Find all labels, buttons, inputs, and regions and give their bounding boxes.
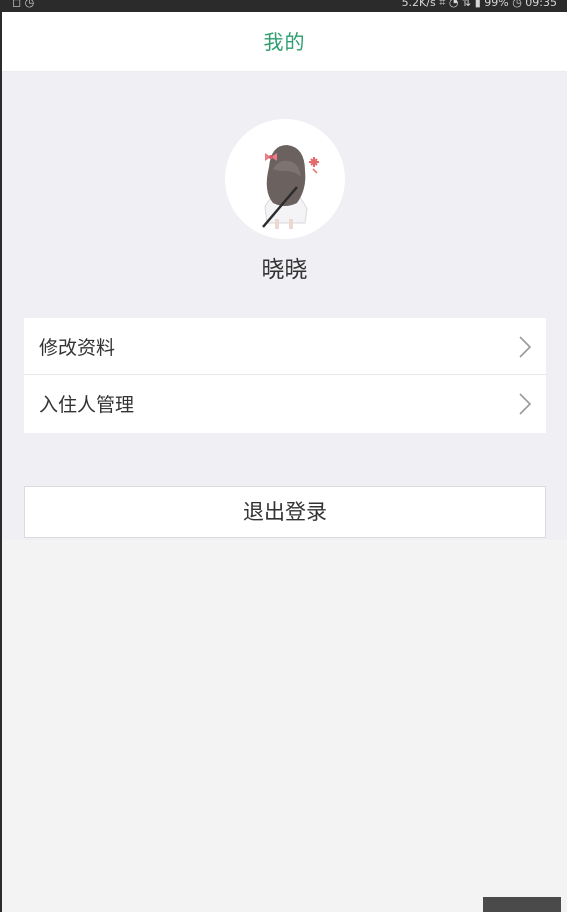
chevron-right-icon [519,336,532,358]
avatar[interactable] [225,119,345,239]
menu-item-label: 入住人管理 [39,394,135,416]
profile-menu: 修改资料 入住人管理 [24,318,546,433]
menu-item-edit-profile[interactable]: 修改资料 [24,318,546,375]
logout-button[interactable]: 退出登录 [24,486,546,538]
chevron-right-icon [519,393,532,415]
bottom-corner-block [483,897,561,912]
menu-item-label: 修改资料 [39,337,116,359]
status-bar: ◻ ◷ 5.2K/s ⌗ ◔ ⇅ ▮ 99% ◷ 09:35 [0,0,567,12]
profile-section: 晓晓 修改资料 入住人管理 退出登录 [2,72,567,540]
menu-item-guest-management[interactable]: 入住人管理 [24,375,546,433]
girl-avatar-icon [225,119,345,239]
status-bar-left: ◻ ◷ [12,0,35,9]
page-title: 我的 [263,30,306,54]
page-header: 我的 [2,12,567,72]
status-bar-right: 5.2K/s ⌗ ◔ ⇅ ▮ 99% ◷ 09:35 [401,0,557,9]
user-name: 晓晓 [261,257,308,283]
